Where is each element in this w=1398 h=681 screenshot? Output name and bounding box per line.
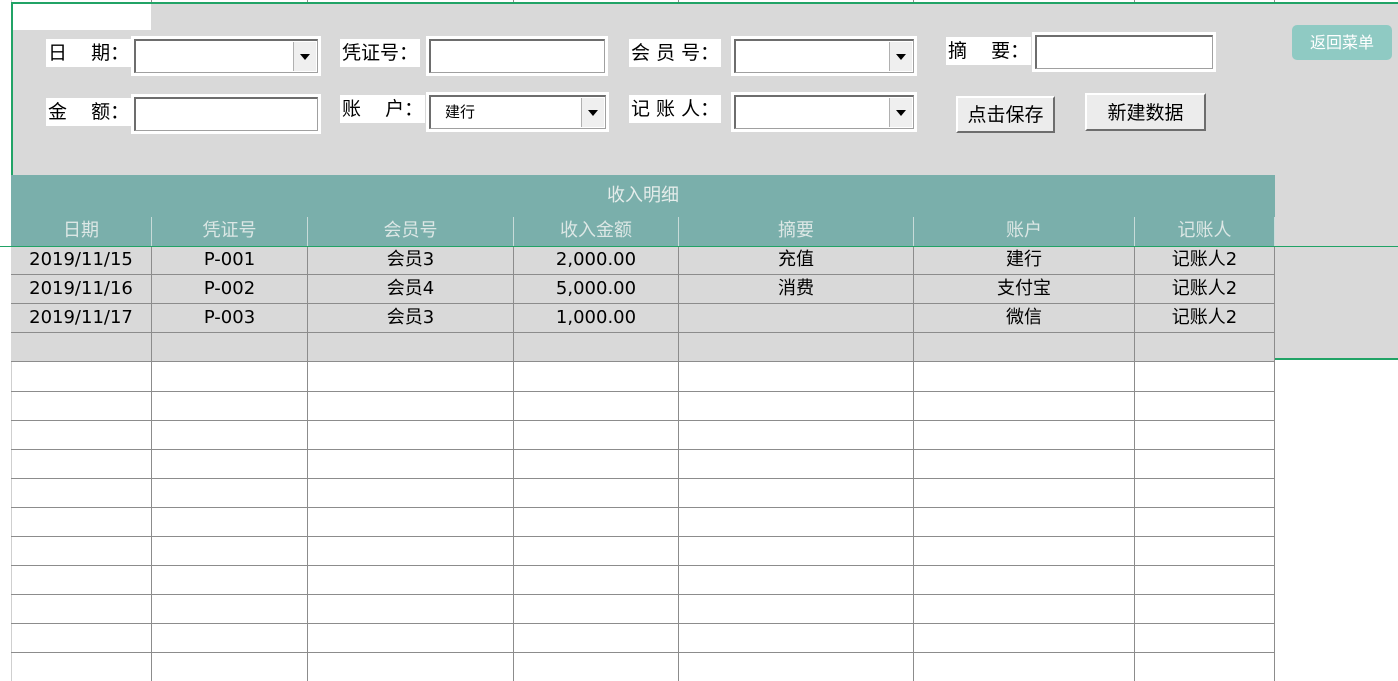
- column-header-bookkeeper: 记账人: [1135, 217, 1275, 246]
- grid-line: [11, 536, 1275, 537]
- chevron-down-icon: [300, 53, 310, 60]
- column-header-date: 日期: [11, 217, 152, 246]
- cell-amount[interactable]: 1,000.00: [514, 304, 679, 333]
- cell-date[interactable]: 2019/11/16: [11, 275, 152, 304]
- grid-line: [11, 449, 1275, 450]
- column-header-amount: 收入金额: [514, 217, 679, 246]
- column-header-account: 账户: [914, 217, 1135, 246]
- cell-summary[interactable]: [679, 333, 914, 362]
- table-header-row: 日期 凭证号 会员号 收入金额 摘要 账户 记账人: [11, 217, 1275, 246]
- column-header-summary: 摘要: [679, 217, 914, 246]
- cell-account[interactable]: [914, 333, 1135, 362]
- selection-border-line: [0, 246, 1398, 247]
- account-value: 建行: [445, 103, 476, 121]
- column-header-member: 会员号: [308, 217, 514, 246]
- member-combobox[interactable]: [731, 36, 917, 76]
- summary-label: 摘 要：: [946, 37, 1032, 65]
- cell-date[interactable]: 2019/11/15: [11, 246, 152, 275]
- member-label: 会 员 号：: [629, 39, 722, 67]
- table-row: [11, 333, 1275, 362]
- cell-bookkeeper[interactable]: 记账人2: [1135, 275, 1275, 304]
- chevron-down-icon: [896, 53, 906, 60]
- bookkeeper-dropdown-button[interactable]: [889, 98, 912, 127]
- date-label: 日 期：: [46, 39, 132, 67]
- cell-voucher[interactable]: P-001: [152, 246, 308, 275]
- cell-account[interactable]: 支付宝: [914, 275, 1135, 304]
- cell-amount[interactable]: [514, 333, 679, 362]
- cell-voucher[interactable]: P-003: [152, 304, 308, 333]
- member-dropdown-button[interactable]: [889, 42, 912, 71]
- grid-line: [11, 391, 1275, 392]
- date-combobox[interactable]: [131, 36, 321, 76]
- table-row: 2019/11/15 P-001 会员3 2,000.00 充值 建行 记账人2: [11, 246, 1275, 275]
- cell-account[interactable]: 微信: [914, 304, 1135, 333]
- amount-label: 金 额：: [46, 98, 132, 126]
- grid-line: [11, 478, 1275, 479]
- chevron-down-icon: [588, 109, 598, 116]
- bookkeeper-combobox[interactable]: [731, 92, 917, 132]
- cell-member[interactable]: 会员3: [308, 304, 514, 333]
- grid-line: [11, 420, 1275, 421]
- cell-bookkeeper[interactable]: 记账人2: [1135, 246, 1275, 275]
- grid-line: [11, 623, 1275, 624]
- cell-summary[interactable]: 消费: [679, 275, 914, 304]
- cell-bookkeeper[interactable]: [1135, 333, 1275, 362]
- cell-voucher[interactable]: P-002: [152, 275, 308, 304]
- chevron-down-icon: [896, 109, 906, 116]
- grid-line: [11, 652, 1275, 653]
- voucher-input[interactable]: [426, 36, 608, 76]
- table-row: 2019/11/16 P-002 会员4 5,000.00 消费 支付宝 记账人…: [11, 275, 1275, 304]
- summary-input[interactable]: [1032, 32, 1216, 72]
- grid-line: [11, 594, 1275, 595]
- income-detail-table: 收入明细 日期 凭证号 会员号 收入金额 摘要 账户 记账人 2019/11/1…: [11, 175, 1275, 362]
- cell-voucher[interactable]: [152, 333, 308, 362]
- grid-line: [11, 565, 1275, 566]
- account-combobox[interactable]: 建行: [426, 92, 609, 132]
- cell-amount[interactable]: 5,000.00: [514, 275, 679, 304]
- cell-amount[interactable]: 2,000.00: [514, 246, 679, 275]
- account-dropdown-button[interactable]: [581, 98, 604, 127]
- bookkeeper-label: 记 账 人：: [629, 95, 722, 123]
- cell-summary[interactable]: [679, 304, 914, 333]
- cell-member[interactable]: 会员3: [308, 246, 514, 275]
- grid-line: [11, 507, 1275, 508]
- panel-tab: [13, 4, 151, 30]
- cell-member[interactable]: 会员4: [308, 275, 514, 304]
- cell-account[interactable]: 建行: [914, 246, 1135, 275]
- voucher-label: 凭证号：: [340, 39, 421, 67]
- cell-date[interactable]: [11, 333, 152, 362]
- amount-input[interactable]: [131, 94, 321, 134]
- save-button[interactable]: 点击保存: [956, 96, 1055, 133]
- table-title: 收入明细: [11, 175, 1275, 217]
- account-label: 账 户：: [340, 95, 426, 123]
- cell-member[interactable]: [308, 333, 514, 362]
- cell-date[interactable]: 2019/11/17: [11, 304, 152, 333]
- cell-bookkeeper[interactable]: 记账人2: [1135, 304, 1275, 333]
- back-to-menu-button[interactable]: 返回菜单: [1292, 25, 1392, 60]
- column-header-voucher: 凭证号: [152, 217, 308, 246]
- table-row: 2019/11/17 P-003 会员3 1,000.00 微信 记账人2: [11, 304, 1275, 333]
- cell-summary[interactable]: 充值: [679, 246, 914, 275]
- date-dropdown-button[interactable]: [293, 42, 316, 71]
- new-record-button[interactable]: 新建数据: [1085, 93, 1206, 131]
